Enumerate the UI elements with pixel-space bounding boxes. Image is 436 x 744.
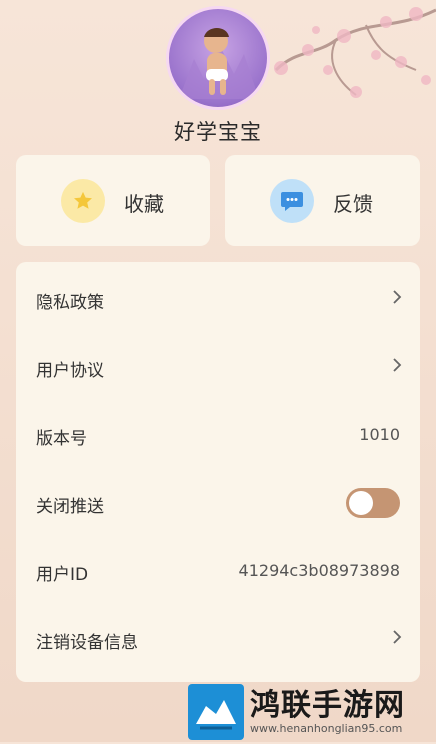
favorites-label: 收藏 bbox=[124, 192, 164, 216]
chevron-right-icon bbox=[393, 358, 402, 372]
user-agreement-row[interactable]: 用户协议 bbox=[16, 332, 420, 400]
user-id-row: 用户ID 41294c3b08973898 bbox=[16, 536, 420, 604]
feedback-button[interactable]: 反馈 bbox=[225, 155, 420, 246]
version-value: 1010 bbox=[359, 425, 400, 444]
baby-avatar-icon bbox=[179, 28, 259, 99]
user-agreement-label: 用户协议 bbox=[36, 361, 104, 381]
privacy-policy-row[interactable]: 隐私政策 bbox=[16, 264, 420, 332]
toggle-knob bbox=[349, 491, 373, 515]
favorites-button[interactable]: 收藏 bbox=[16, 155, 210, 246]
user-id-value: 41294c3b08973898 bbox=[238, 561, 400, 580]
watermark-url: www.henanhonglian95.com bbox=[250, 721, 403, 735]
deregister-device-row[interactable]: 注销设备信息 bbox=[16, 604, 420, 672]
chevron-right-icon bbox=[393, 290, 402, 304]
username: 好学宝宝 bbox=[174, 120, 262, 144]
watermark: 鸿联手游网 www.henanhonglian95.com bbox=[188, 682, 436, 742]
watermark-title: 鸿联手游网 bbox=[250, 687, 405, 723]
chat-bubble-icon bbox=[270, 179, 314, 223]
chevron-right-icon bbox=[393, 630, 402, 644]
push-label: 关闭推送 bbox=[36, 497, 104, 517]
version-row: 版本号 1010 bbox=[16, 400, 420, 468]
feedback-label: 反馈 bbox=[333, 192, 373, 216]
user-id-label: 用户ID bbox=[36, 565, 89, 585]
star-icon bbox=[61, 179, 105, 223]
push-row: 关闭推送 bbox=[16, 468, 420, 536]
push-toggle[interactable] bbox=[346, 488, 400, 518]
watermark-logo-icon bbox=[188, 684, 244, 740]
version-label: 版本号 bbox=[36, 429, 87, 449]
deregister-device-label: 注销设备信息 bbox=[36, 633, 138, 653]
privacy-policy-label: 隐私政策 bbox=[36, 293, 104, 313]
avatar[interactable] bbox=[166, 6, 270, 110]
settings-list: 隐私政策 用户协议 版本号 1010 关闭推送 用户ID 41294c3b089… bbox=[16, 262, 420, 682]
